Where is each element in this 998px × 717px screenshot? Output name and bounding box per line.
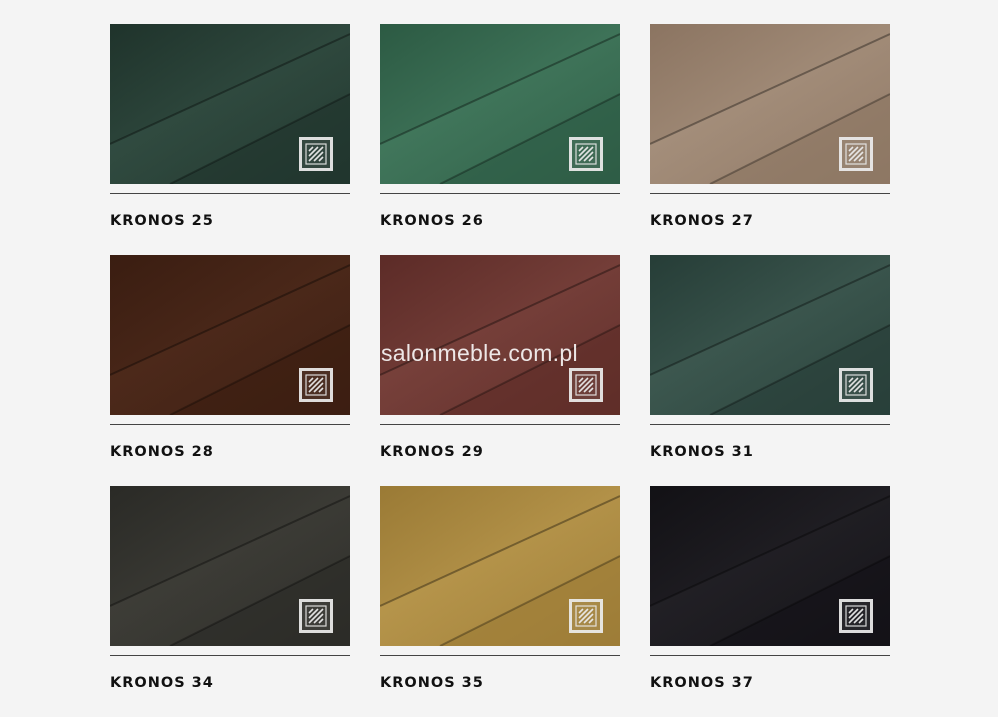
fabric-pattern-icon — [569, 137, 603, 171]
fabric-pattern-icon — [569, 599, 603, 633]
swatch-name[interactable]: KRONOS 29 — [380, 444, 484, 460]
swatch-name[interactable]: KRONOS 27 — [650, 213, 754, 229]
fabric-swatch-image[interactable] — [110, 24, 350, 184]
swatch-name[interactable]: KRONOS 31 — [650, 444, 754, 460]
swatch-card-kronos-25[interactable]: KRONOS 25 — [110, 24, 350, 255]
card-divider — [650, 193, 890, 194]
swatch-name[interactable]: KRONOS 25 — [110, 213, 214, 229]
swatch-card-kronos-35[interactable]: KRONOS 35 — [380, 486, 620, 717]
fabric-swatch-image[interactable] — [380, 24, 620, 184]
swatch-grid: KRONOS 25 KRONOS 26 KRONOS 27 KRONOS 28 … — [110, 24, 890, 717]
fabric-pattern-icon — [839, 137, 873, 171]
swatch-card-kronos-28[interactable]: KRONOS 28 — [110, 255, 350, 486]
fabric-swatch-image[interactable] — [380, 255, 620, 415]
fabric-pattern-icon — [299, 368, 333, 402]
card-divider — [110, 424, 350, 425]
fabric-pattern-icon — [299, 599, 333, 633]
card-divider — [380, 193, 620, 194]
swatch-name[interactable]: KRONOS 34 — [110, 675, 214, 691]
card-divider — [650, 655, 890, 656]
card-divider — [110, 193, 350, 194]
swatch-card-kronos-31[interactable]: KRONOS 31 — [650, 255, 890, 486]
card-divider — [110, 655, 350, 656]
swatch-name[interactable]: KRONOS 37 — [650, 675, 754, 691]
fabric-pattern-icon — [569, 368, 603, 402]
fabric-swatch-image[interactable] — [650, 24, 890, 184]
swatch-card-kronos-27[interactable]: KRONOS 27 — [650, 24, 890, 255]
swatch-card-kronos-37[interactable]: KRONOS 37 — [650, 486, 890, 717]
fabric-swatch-image[interactable] — [380, 486, 620, 646]
swatch-name[interactable]: KRONOS 35 — [380, 675, 484, 691]
swatch-card-kronos-34[interactable]: KRONOS 34 — [110, 486, 350, 717]
fabric-swatch-image[interactable] — [650, 255, 890, 415]
swatch-name[interactable]: KRONOS 26 — [380, 213, 484, 229]
fabric-swatch-image[interactable] — [110, 486, 350, 646]
card-divider — [650, 424, 890, 425]
swatch-card-kronos-29[interactable]: KRONOS 29 — [380, 255, 620, 486]
swatch-card-kronos-26[interactable]: KRONOS 26 — [380, 24, 620, 255]
fabric-swatch-image[interactable] — [110, 255, 350, 415]
card-divider — [380, 655, 620, 656]
fabric-pattern-icon — [839, 368, 873, 402]
fabric-pattern-icon — [299, 137, 333, 171]
fabric-pattern-icon — [839, 599, 873, 633]
fabric-swatch-image[interactable] — [650, 486, 890, 646]
card-divider — [380, 424, 620, 425]
swatch-name[interactable]: KRONOS 28 — [110, 444, 214, 460]
